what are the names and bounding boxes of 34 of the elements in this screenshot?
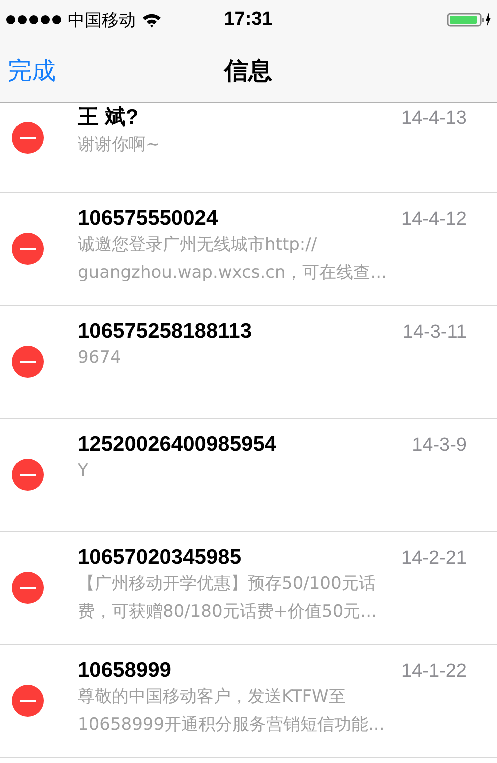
message-preview: 9674 (78, 347, 122, 370)
message-preview: 10658999开通积分服务营销短信功能... (78, 714, 385, 737)
delete-icon[interactable] (12, 685, 44, 717)
delete-icon[interactable] (12, 459, 44, 491)
sender-name: 106575550024 (78, 207, 218, 231)
signal-icon (6, 15, 62, 25)
message-preview: 费，可获赠80/180元话费+价值50元... (78, 601, 377, 624)
message-date: 14-4-13 (402, 108, 467, 130)
carrier-name: 中国移动 (68, 10, 136, 32)
delete-icon[interactable] (12, 233, 44, 265)
message-date: 14-3-9 (412, 435, 467, 457)
message-date: 14-1-22 (402, 661, 467, 683)
clock-time: 17:31 (224, 9, 273, 31)
message-preview: 谢谢你啊~ (78, 134, 160, 157)
done-button[interactable]: 完成 (0, 55, 64, 87)
message-preview: guangzhou.wap.wxcs.cn，可在线查... (78, 262, 387, 285)
sender-name: 10657020345985 (78, 546, 242, 570)
message-preview: 【广州移动开学优惠】预存50/100元话 (78, 573, 376, 596)
message-preview: Y (78, 460, 88, 483)
delete-icon[interactable] (12, 572, 44, 604)
wifi-icon (142, 12, 162, 28)
message-preview: 尊敬的中国移动客户，发送KTFW至 (78, 686, 346, 709)
message-date: 14-4-12 (402, 209, 467, 231)
sender-name: 106575258188113 (78, 320, 252, 344)
message-date: 14-3-11 (402, 322, 467, 344)
sender-name: 10658999 (78, 659, 172, 683)
message-preview: 诚邀您登录广州无线城市http:// (78, 234, 318, 257)
delete-icon[interactable] (12, 346, 44, 378)
sender-name: 王 斌? (78, 105, 139, 131)
message-date: 14-2-21 (402, 548, 467, 570)
battery-charging-icon (447, 12, 491, 28)
nav-title: 信息 (224, 56, 272, 87)
sender-name: 12520026400985954 (78, 433, 277, 457)
delete-icon[interactable] (12, 122, 44, 154)
